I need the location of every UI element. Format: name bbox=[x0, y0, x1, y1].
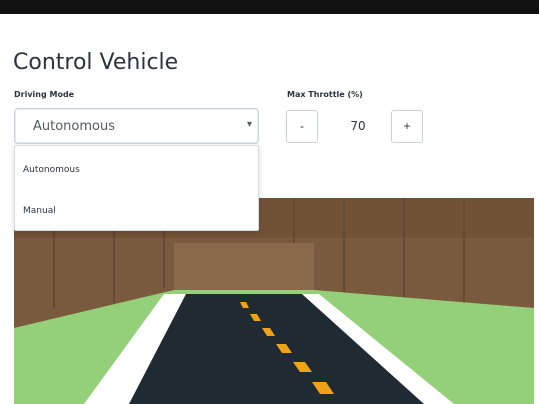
dropdown-option-manual[interactable]: Manual bbox=[23, 206, 56, 216]
top-bar bbox=[0, 0, 539, 14]
driving-mode-dropdown: Autonomous Manual bbox=[14, 145, 259, 231]
dropdown-option-autonomous[interactable]: Autonomous bbox=[23, 165, 80, 175]
throttle-increment-button[interactable]: + bbox=[391, 110, 423, 143]
page-title: Control Vehicle bbox=[13, 50, 179, 75]
caret-down-icon: ▾ bbox=[246, 119, 252, 130]
driving-mode-selected-value: Autonomous bbox=[33, 119, 116, 134]
throttle-value: 70 bbox=[350, 119, 366, 133]
max-throttle-label: Max Throttle (%) bbox=[287, 90, 363, 99]
driving-mode-label: Driving Mode bbox=[14, 90, 75, 99]
driving-mode-select[interactable]: Autonomous ▾ bbox=[14, 108, 259, 144]
throttle-decrement-button[interactable]: - bbox=[286, 110, 318, 143]
